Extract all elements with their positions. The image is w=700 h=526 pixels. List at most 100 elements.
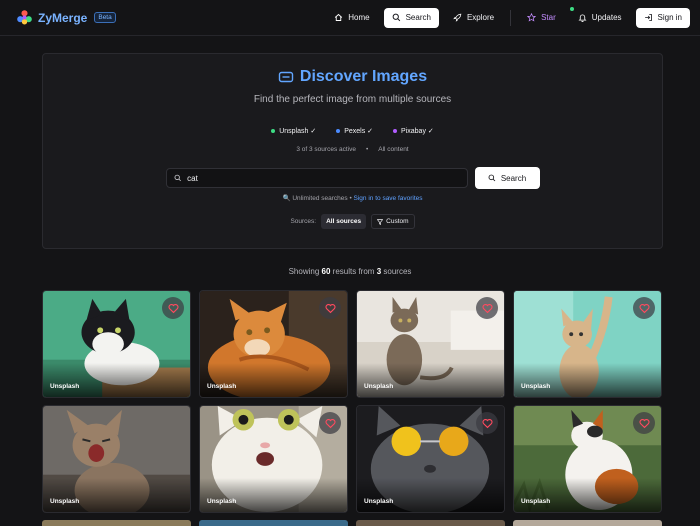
rocket-icon	[453, 13, 462, 22]
heart-icon	[324, 418, 336, 428]
card-source-label: Unsplash	[50, 498, 80, 505]
home-icon	[335, 13, 343, 21]
source-chip-label: Unsplash ✓	[279, 128, 317, 135]
nav-updates-label: Updates	[591, 13, 622, 22]
favorite-button[interactable]	[633, 297, 655, 319]
updates-dot	[569, 6, 574, 11]
source-filter: Sources: All sources Custom	[43, 214, 662, 229]
search-hint-text: Unlimited searches •	[292, 195, 352, 202]
image-card[interactable]: Unsplash	[199, 405, 348, 513]
heart-icon	[638, 303, 650, 313]
source-filter-label: Sources:	[290, 218, 317, 225]
card-overlay	[200, 363, 347, 397]
brand-name: ZyMerge	[38, 10, 88, 25]
results-sources-count: 3	[376, 267, 382, 276]
sign-in-label: Sign in	[657, 13, 682, 22]
image-card-peek	[513, 520, 662, 526]
all-sources-button[interactable]: All sources	[321, 214, 367, 229]
nav-explore-label: Explore	[466, 13, 495, 22]
nav-search[interactable]: Search	[383, 7, 439, 28]
heart-icon	[638, 418, 650, 428]
source-chips: Unsplash ✓ Pexels ✓ Pixabay ✓	[43, 124, 662, 138]
nav-divider	[510, 9, 512, 26]
brand[interactable]: ZyMerge Beta	[16, 9, 116, 26]
image-card[interactable]: Unsplash	[42, 405, 191, 513]
source-chip-pixabay[interactable]: Pixabay ✓	[387, 124, 440, 138]
favorite-button[interactable]	[162, 297, 184, 319]
card-overlay	[43, 478, 190, 512]
sources-active-text: 3 of 3 sources active	[296, 146, 356, 153]
card-overlay	[200, 478, 347, 512]
search-hint: 🔍 Unlimited searches • Sign in to save f…	[43, 194, 662, 202]
card-source-label: Unsplash	[364, 383, 394, 390]
results-prefix: Showing	[288, 267, 320, 276]
search-input[interactable]	[187, 173, 460, 183]
nav-star-label: Star	[541, 13, 556, 22]
sign-in-icon	[644, 14, 652, 21]
sign-in-button[interactable]: Sign in	[635, 7, 690, 28]
favorite-button[interactable]	[319, 297, 341, 319]
search-icon	[392, 13, 400, 22]
source-chip-unsplash[interactable]: Unsplash ✓	[265, 124, 322, 138]
next-row-peek	[42, 520, 662, 526]
image-card[interactable]: Unsplash	[356, 290, 505, 398]
heart-icon	[167, 303, 179, 313]
search-button[interactable]: Search	[474, 167, 540, 189]
image-grid: Unsplash Unsplash Unsplash Unsplash Unsp…	[42, 290, 662, 513]
results-middle: results from	[332, 267, 375, 276]
nav-home-label: Home	[348, 13, 370, 22]
heart-icon	[481, 418, 493, 428]
results-summary: Showing 60 results from 3 sources	[0, 267, 700, 276]
image-card[interactable]: Unsplash	[42, 290, 191, 398]
status-dot	[336, 129, 341, 133]
heart-icon	[324, 303, 336, 313]
all-sources-label: All sources	[326, 218, 362, 225]
sign-in-favorites-link[interactable]: Sign in to save favorites	[354, 195, 423, 202]
search-icon	[174, 174, 181, 182]
favorite-button[interactable]	[476, 412, 498, 434]
image-card[interactable]: Unsplash	[356, 405, 505, 513]
separator-dot: •	[365, 146, 369, 153]
image-card-peek	[42, 520, 191, 526]
favorite-button[interactable]	[319, 412, 341, 434]
search-panel: Discover Images Find the perfect image f…	[42, 53, 663, 249]
nav-home[interactable]: Home	[326, 8, 377, 28]
card-source-label: Unsplash	[521, 383, 551, 390]
image-search-icon	[278, 71, 294, 83]
source-chip-pexels[interactable]: Pexels ✓	[330, 124, 379, 138]
image-card[interactable]: Unsplash	[513, 405, 662, 513]
nav-explore[interactable]: Explore	[445, 8, 502, 28]
zymerge-logo-icon	[17, 10, 32, 25]
results-suffix: sources	[383, 267, 412, 276]
results-count: 60	[321, 267, 331, 276]
filter-icon	[377, 218, 384, 225]
nav-updates[interactable]: Updates	[569, 6, 630, 28]
card-overlay	[357, 478, 504, 512]
source-status: 3 of 3 sources active • All content	[43, 146, 662, 153]
card-source-label: Unsplash	[521, 498, 551, 505]
card-source-label: Unsplash	[207, 498, 237, 505]
search-icon	[488, 174, 496, 182]
image-card-peek	[356, 520, 505, 526]
bell-icon	[578, 14, 587, 22]
card-overlay	[514, 478, 661, 512]
custom-sources-label: Custom	[386, 218, 409, 225]
search-hint-icon: 🔍	[282, 195, 291, 202]
nav-star[interactable]: Star	[519, 8, 564, 28]
search-box[interactable]	[165, 168, 468, 188]
page-subtitle: Find the perfect image from multiple sou…	[253, 94, 452, 105]
card-overlay	[357, 363, 504, 397]
top-navbar: ZyMerge Beta Home Search Explore Star Up…	[0, 0, 700, 36]
image-card[interactable]: Unsplash	[199, 290, 348, 398]
favorite-button[interactable]	[633, 412, 655, 434]
nav-search-label: Search	[405, 13, 431, 22]
image-card-peek	[199, 520, 348, 526]
favorite-button[interactable]	[476, 297, 498, 319]
source-chip-label: Pexels ✓	[344, 128, 374, 135]
heart-icon	[481, 303, 493, 313]
beta-badge: Beta	[94, 12, 116, 23]
custom-sources-button[interactable]: Custom	[371, 214, 415, 229]
source-chip-label: Pixabay ✓	[401, 128, 434, 135]
page-title: Discover Images	[299, 68, 428, 85]
image-card[interactable]: Unsplash	[513, 290, 662, 398]
